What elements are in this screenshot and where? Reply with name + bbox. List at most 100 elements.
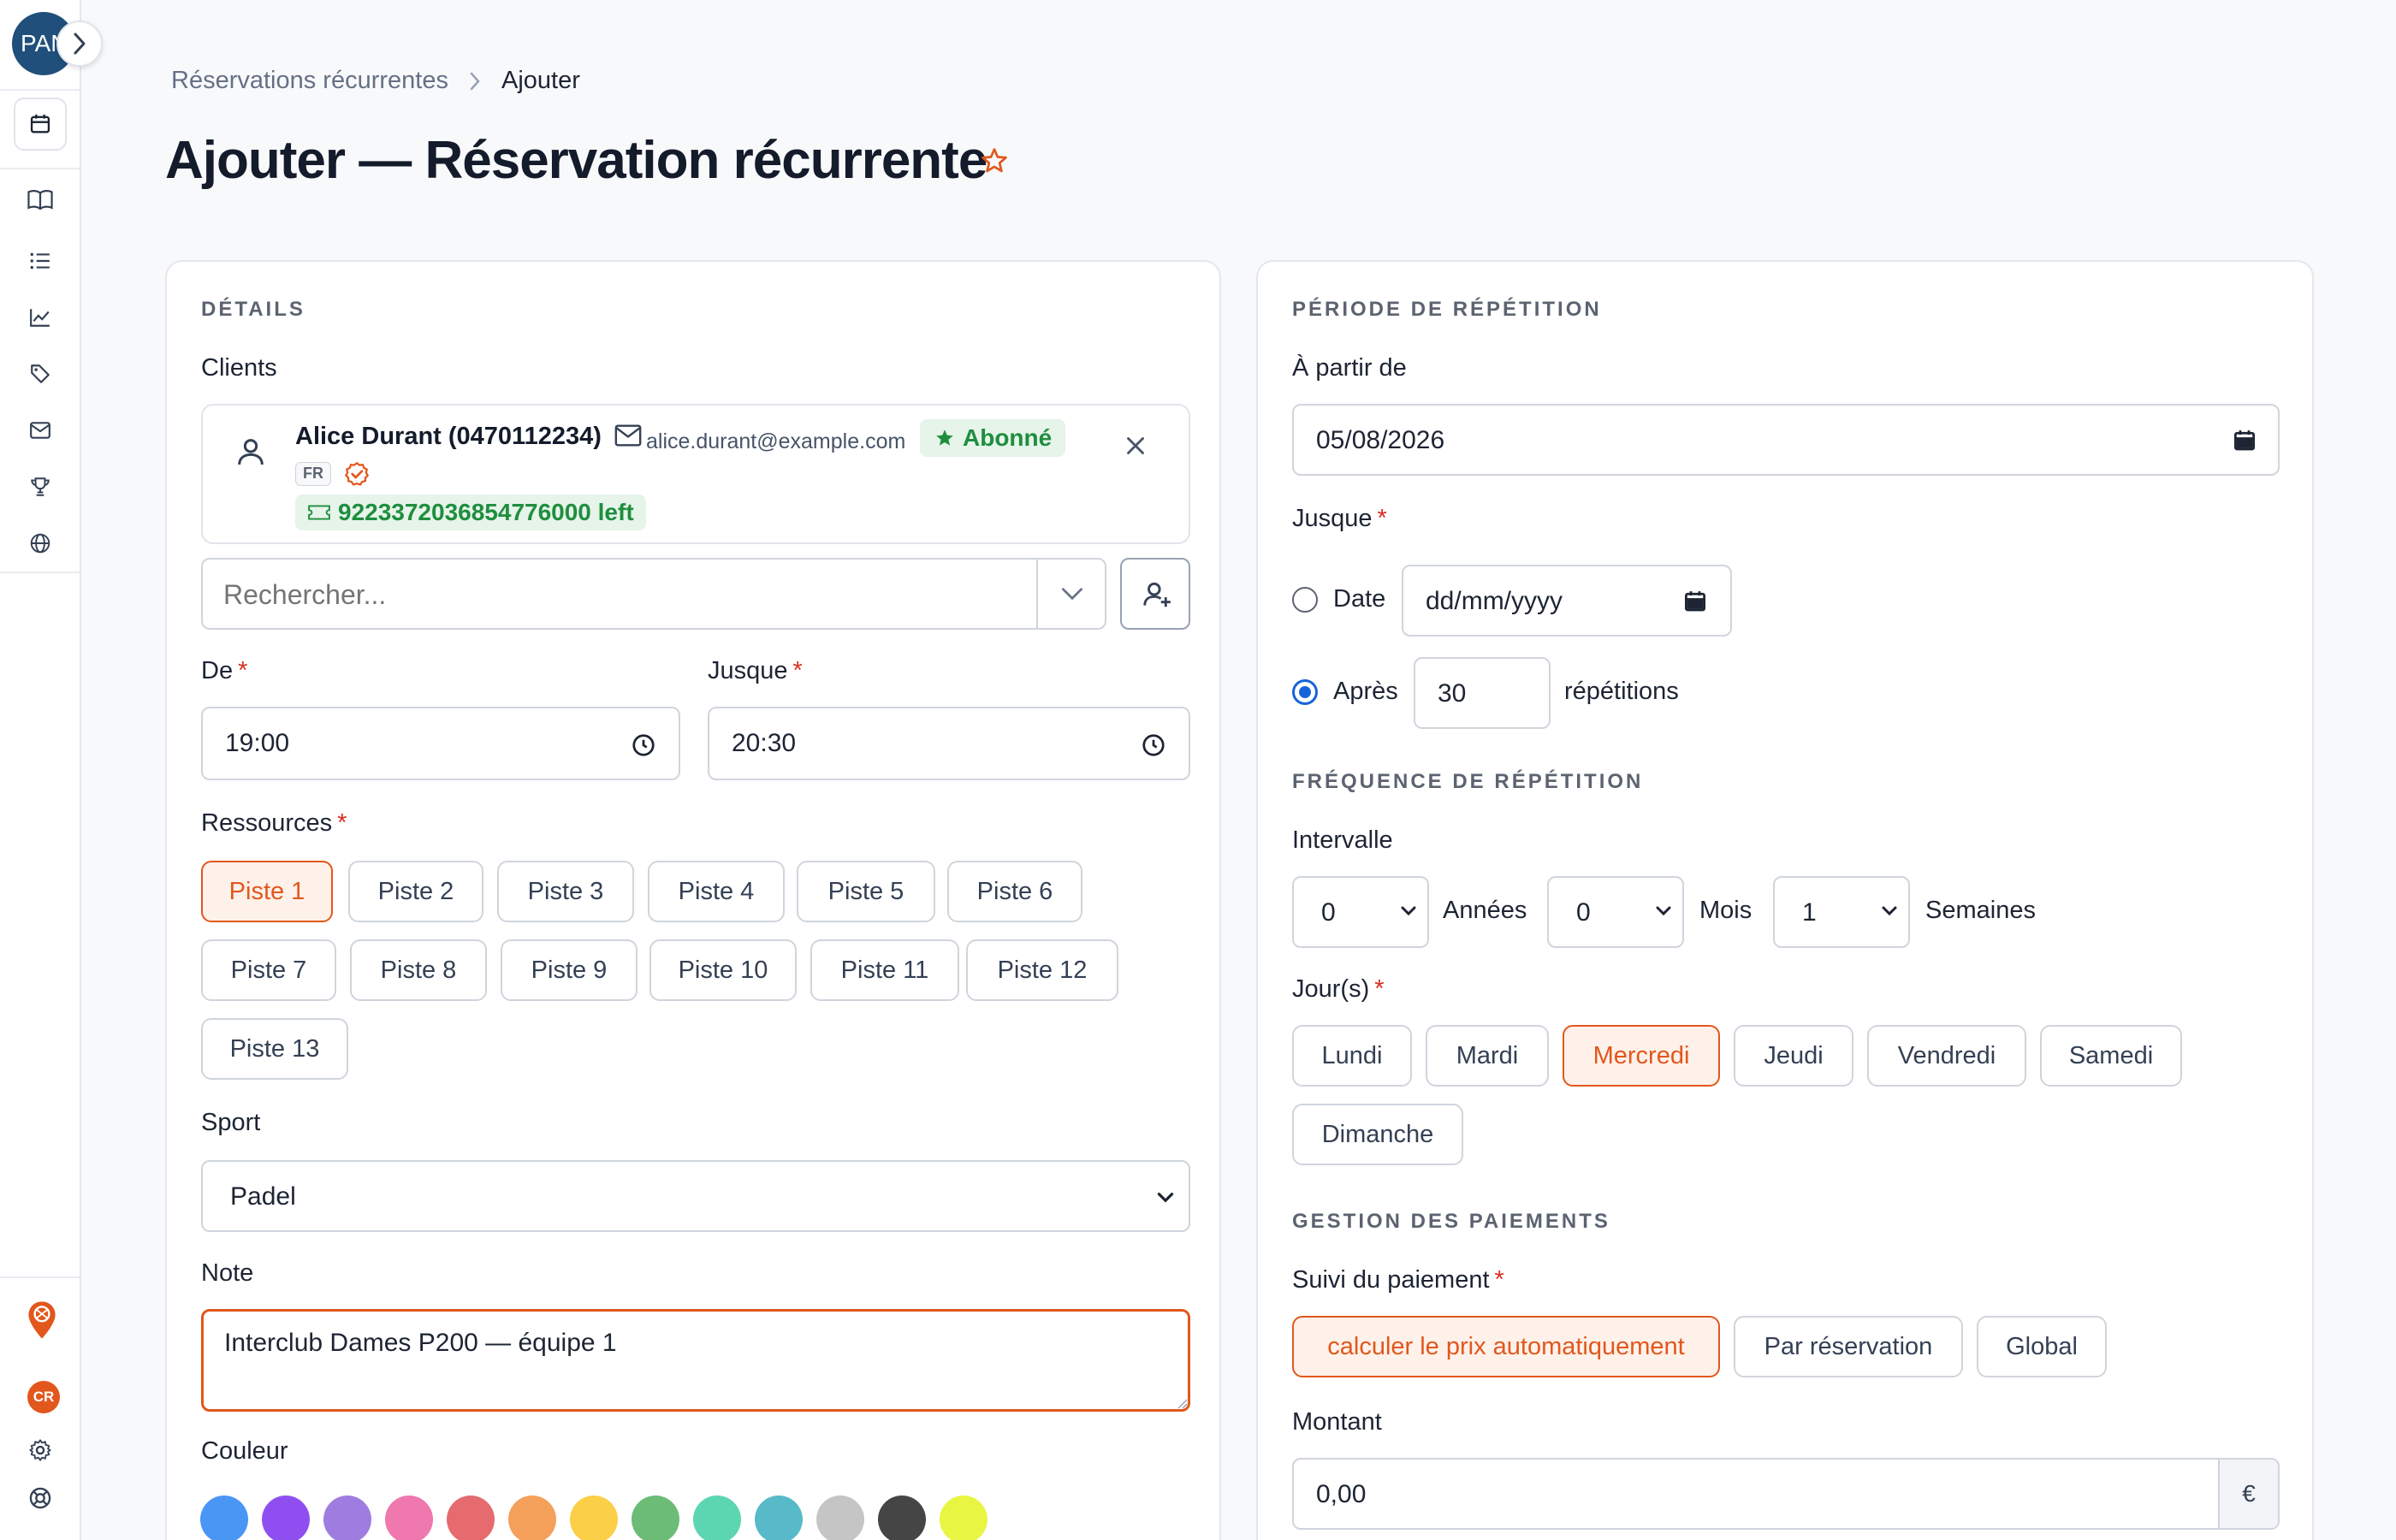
globe-icon[interactable] [22,525,58,561]
frequency-section-title: FRÉQUENCE DE RÉPÉTITION [1292,770,1644,793]
day-chip-lundi[interactable]: Lundi [1292,1025,1412,1087]
amount-label: Montant [1292,1408,1382,1436]
breadcrumb-parent-link[interactable]: Réservations récurrentes [171,67,448,95]
resource-chip-piste-3[interactable]: Piste 3 [497,861,634,922]
user-icon [234,435,268,473]
repetitions-input[interactable]: 30 [1414,657,1551,729]
color-swatch[interactable] [323,1496,371,1540]
ticket-icon [308,505,330,520]
gear-icon[interactable] [22,1432,58,1468]
add-client-button[interactable] [1120,558,1190,630]
user-avatar[interactable]: CR [27,1381,60,1413]
period-section-title: PÉRIODE DE RÉPÉTITION [1292,298,1602,321]
color-swatch[interactable] [878,1496,926,1540]
expand-sidebar-button[interactable] [56,21,103,67]
sidebar: PAN CR [0,0,103,1540]
resource-chip-piste-2[interactable]: Piste 2 [348,861,483,922]
currency-addon: € [2218,1460,2278,1528]
payment-per-booking-option[interactable]: Par réservation [1734,1316,1963,1377]
chevron-down-icon [1882,906,1897,916]
resource-chip-piste-6[interactable]: Piste 6 [947,861,1082,922]
color-swatch[interactable] [816,1496,864,1540]
repetitions-label: répétitions [1564,678,1679,705]
chevron-down-icon [1157,1193,1174,1203]
color-swatch[interactable] [940,1496,987,1540]
until-time-input[interactable]: 20:30 [708,707,1190,780]
day-chip-vendredi[interactable]: Vendredi [1867,1025,2026,1087]
calendar-icon [2234,430,2255,451]
color-swatch[interactable] [385,1496,433,1540]
breadcrumb: Réservations récurrentes Ajouter [171,67,580,95]
calendar-icon [1685,591,1705,612]
page-title: Ajouter — Réservation récurrente [165,131,987,190]
end-date-input[interactable]: dd/mm/yyyy [1402,565,1732,637]
client-email[interactable]: alice.durant@example.com [646,429,905,454]
months-select[interactable]: 0 [1547,876,1684,948]
resource-chip-piste-13[interactable]: Piste 13 [201,1018,348,1080]
chart-icon[interactable] [22,299,58,335]
end-by-date-radio[interactable] [1292,587,1318,613]
client-search-input[interactable] [223,577,1011,613]
day-chip-samedi[interactable]: Samedi [2040,1025,2182,1087]
favorite-star-icon[interactable] [979,145,1010,181]
resource-chip-piste-12[interactable]: Piste 12 [966,939,1118,1001]
resources-label: Ressources * [201,809,347,837]
resize-handle-icon [1177,1399,1188,1409]
list-icon[interactable] [22,243,58,279]
sport-select[interactable]: Padel [201,1160,1190,1232]
color-swatch[interactable] [447,1496,495,1540]
clock-icon [1142,734,1165,756]
color-swatch[interactable] [755,1496,803,1540]
years-select[interactable]: 0 [1292,876,1429,948]
resource-chip-piste-10[interactable]: Piste 10 [649,939,797,1001]
selected-client-card: Alice Durant (0470112234) alice.durant@e… [201,404,1190,544]
payments-section-title: GESTION DES PAIEMENTS [1292,1210,1610,1233]
padel-logo-icon[interactable] [24,1301,60,1339]
day-chip-dimanche[interactable]: Dimanche [1292,1104,1463,1165]
trophy-icon[interactable] [22,469,58,505]
chevron-down-icon [1401,906,1416,916]
calendar-icon[interactable] [14,98,67,151]
amount-input[interactable]: 0,00 € [1292,1458,2280,1530]
day-chip-jeudi[interactable]: Jeudi [1734,1025,1853,1087]
breadcrumb-current: Ajouter [501,67,580,94]
help-icon[interactable] [22,1480,58,1516]
resource-chip-piste-1[interactable]: Piste 1 [201,861,333,922]
tag-icon[interactable] [22,356,58,392]
color-swatch[interactable] [200,1496,248,1540]
note-label: Note [201,1259,254,1287]
remove-client-icon[interactable] [1121,431,1150,465]
mail-icon[interactable] [22,412,58,448]
weeks-select[interactable]: 1 [1773,876,1910,948]
from-time-input[interactable]: 19:00 [201,707,680,780]
resource-chip-piste-9[interactable]: Piste 9 [501,939,638,1001]
details-section-title: DÉTAILS [201,298,305,321]
end-after-label: Après [1333,678,1398,705]
client-search-select[interactable] [201,558,1106,630]
note-textarea[interactable]: Interclub Dames P200 — équipe 1 [201,1309,1190,1412]
interval-label: Intervalle [1292,826,1393,854]
color-swatch[interactable] [632,1496,679,1540]
resource-chip-piste-11[interactable]: Piste 11 [810,939,959,1001]
book-icon[interactable] [22,181,58,217]
end-by-date-label: Date [1333,585,1386,613]
start-date-input[interactable]: 05/08/2026 [1292,404,2280,476]
end-after-radio[interactable] [1292,679,1318,705]
repetition-card: PÉRIODE DE RÉPÉTITION À partir de 05/08/… [1256,260,2314,1540]
resource-chip-piste-7[interactable]: Piste 7 [201,939,336,1001]
day-chip-mardi[interactable]: Mardi [1426,1025,1549,1087]
resource-chip-piste-4[interactable]: Piste 4 [648,861,785,922]
sport-label: Sport [201,1109,261,1136]
color-label: Couleur [201,1437,288,1465]
color-swatch[interactable] [693,1496,741,1540]
payment-auto-price-option[interactable]: calculer le prix automatiquement [1292,1316,1720,1377]
color-swatch[interactable] [508,1496,556,1540]
day-chip-mercredi[interactable]: Mercredi [1563,1025,1720,1087]
resource-chip-piste-8[interactable]: Piste 8 [350,939,487,1001]
star-icon [936,429,953,446]
color-swatch[interactable] [570,1496,618,1540]
resource-chip-piste-5[interactable]: Piste 5 [797,861,935,922]
color-swatch[interactable] [262,1496,310,1540]
payment-global-option[interactable]: Global [1977,1316,2107,1377]
chevron-down-icon[interactable] [1059,582,1086,610]
